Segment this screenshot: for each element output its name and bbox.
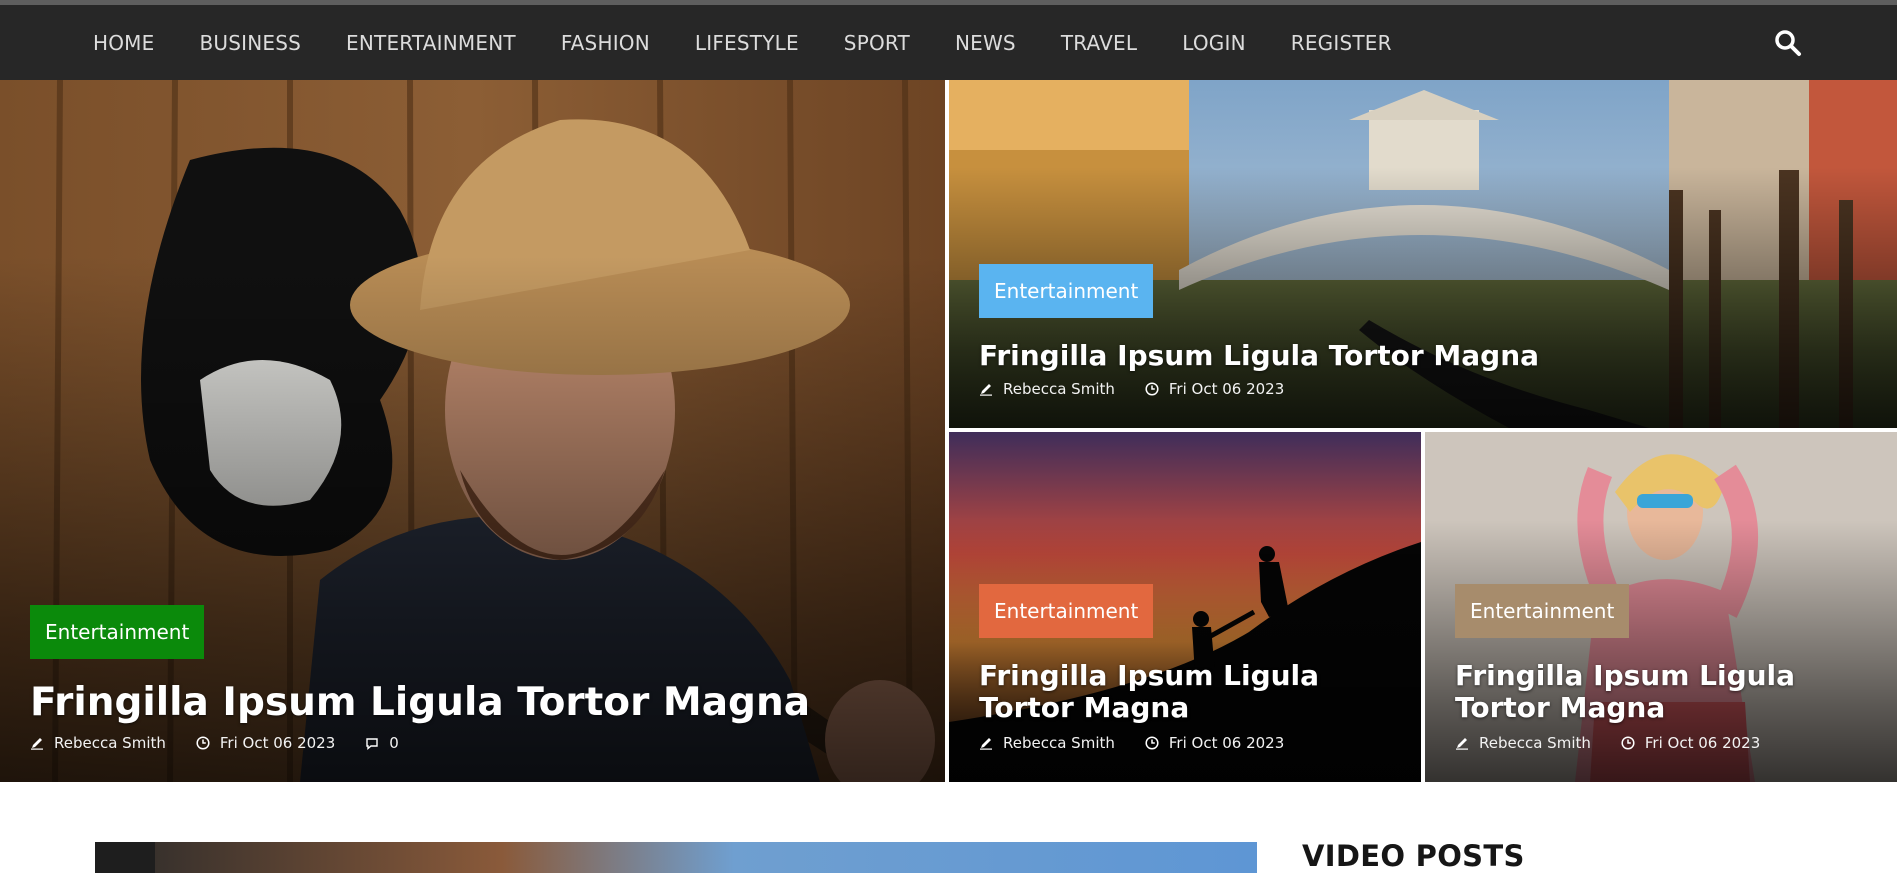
clock-icon	[196, 736, 210, 750]
pencil-icon	[980, 738, 992, 750]
nav-item-fashion[interactable]: FASHION	[561, 31, 650, 55]
featured-post-bottom-right[interactable]: Entertainment Fringilla Ipsum Ligula Tor…	[1425, 432, 1897, 782]
pencil-icon	[31, 738, 43, 750]
post-meta: Rebecca Smith Fri Oct 06 2023 0	[30, 734, 429, 752]
post-title[interactable]: Fringilla Ipsum Ligula Tortor Magna	[30, 680, 810, 725]
post-date: Fri Oct 06 2023	[219, 734, 336, 752]
nav-item-entertainment[interactable]: ENTERTAINMENT	[346, 31, 516, 55]
post-author[interactable]: Rebecca Smith	[1003, 380, 1115, 398]
post-title[interactable]: Fringilla Ipsum Ligula Tortor Magna	[979, 339, 1539, 372]
category-badge[interactable]: Entertainment	[979, 264, 1154, 318]
post-meta: Rebecca Smith Fri Oct 06 2023	[1455, 734, 1790, 752]
clock-icon	[1621, 736, 1635, 750]
post-comment-count[interactable]: 0	[389, 734, 399, 752]
nav-item-lifestyle[interactable]: LIFESTYLE	[695, 31, 799, 55]
clock-icon	[1145, 382, 1159, 396]
post-date: Fri Oct 06 2023	[1168, 734, 1285, 752]
post-author[interactable]: Rebecca Smith	[54, 734, 166, 752]
category-badge[interactable]: Entertainment	[979, 584, 1154, 638]
main-navbar: HOME BUSINESS ENTERTAINMENT FASHION LIFE…	[0, 5, 1897, 80]
post-title[interactable]: Fringilla Ipsum Ligula Tortor Magna	[979, 660, 1399, 724]
post-meta: Rebecca Smith Fri Oct 06 2023	[979, 734, 1314, 752]
comment-icon	[366, 738, 378, 750]
pencil-icon	[1456, 738, 1468, 750]
featured-post-bottom-left[interactable]: Entertainment Fringilla Ipsum Ligula Tor…	[949, 432, 1421, 782]
nav-item-login[interactable]: LOGIN	[1182, 31, 1246, 55]
featured-post-top[interactable]: Entertainment Fringilla Ipsum Ligula Tor…	[949, 80, 1897, 428]
nav-item-business[interactable]: BUSINESS	[199, 31, 301, 55]
post-author[interactable]: Rebecca Smith	[1479, 734, 1591, 752]
post-author[interactable]: Rebecca Smith	[1003, 734, 1115, 752]
nav-menu: HOME BUSINESS ENTERTAINMENT FASHION LIFE…	[93, 5, 1437, 80]
nav-item-travel[interactable]: TRAVEL	[1061, 31, 1137, 55]
search-icon	[1775, 30, 1801, 56]
post-title[interactable]: Fringilla Ipsum Ligula Tortor Magna	[1455, 660, 1875, 724]
article-image	[95, 842, 1257, 873]
article-image-preview[interactable]	[95, 842, 1257, 873]
post-date: Fri Oct 06 2023	[1168, 380, 1285, 398]
search-button[interactable]	[1774, 29, 1802, 57]
post-meta: Rebecca Smith Fri Oct 06 2023	[979, 380, 1314, 398]
nav-item-home[interactable]: HOME	[93, 31, 154, 55]
category-badge[interactable]: Entertainment	[1455, 584, 1630, 638]
nav-item-news[interactable]: NEWS	[955, 31, 1016, 55]
nav-item-sport[interactable]: SPORT	[844, 31, 910, 55]
nav-item-register[interactable]: REGISTER	[1291, 31, 1392, 55]
category-badge[interactable]: Entertainment	[30, 605, 205, 659]
post-date: Fri Oct 06 2023	[1644, 734, 1761, 752]
video-posts-heading: VIDEO POSTS	[1302, 839, 1525, 873]
featured-post-main[interactable]: Entertainment Fringilla Ipsum Ligula Tor…	[0, 80, 945, 782]
clock-icon	[1145, 736, 1159, 750]
pencil-icon	[980, 384, 992, 396]
